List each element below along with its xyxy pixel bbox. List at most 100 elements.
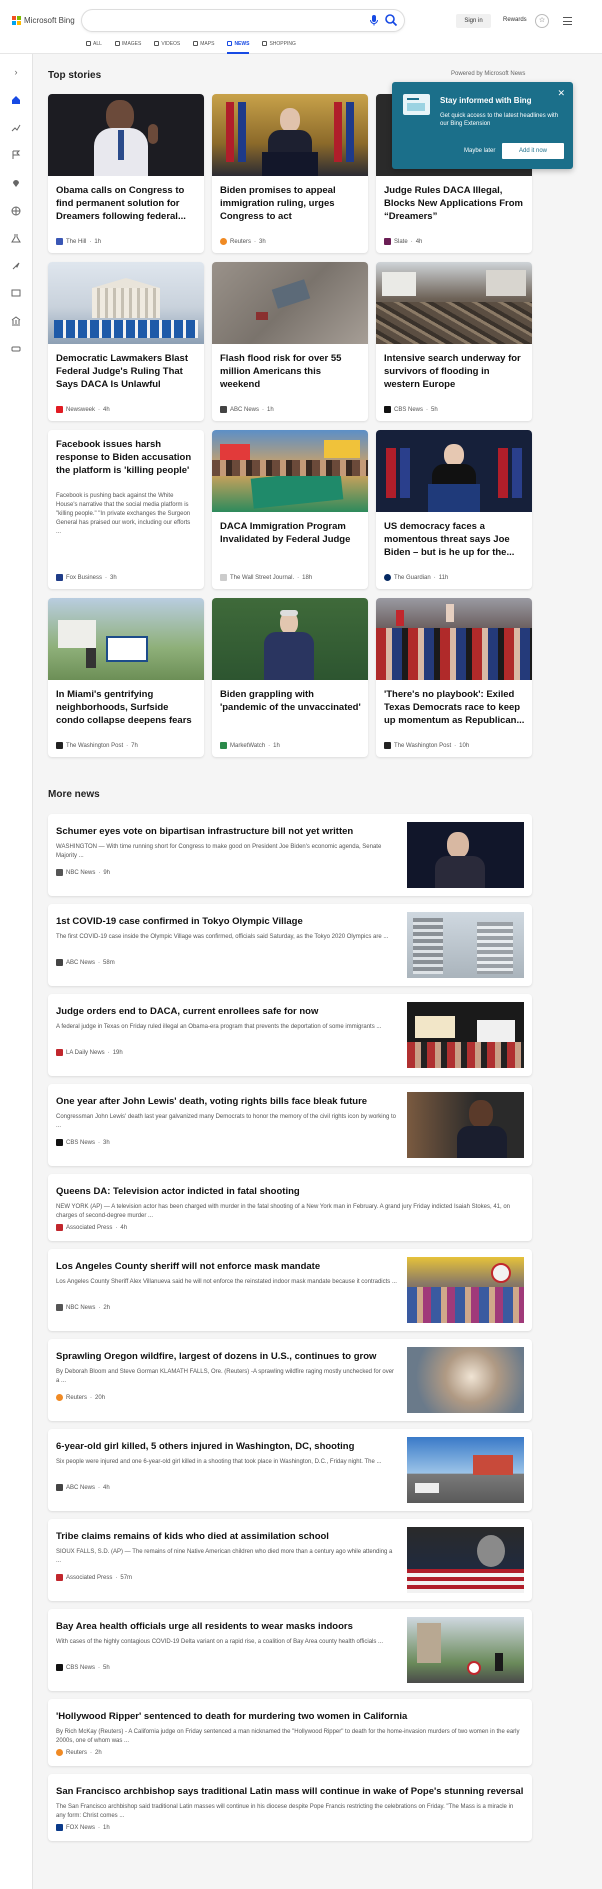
search-input[interactable] xyxy=(82,10,404,31)
news-source: Reuters · 2h xyxy=(56,1749,102,1756)
source-name: Reuters xyxy=(230,238,252,245)
story-card[interactable]: Facebook issues harsh response to Biden … xyxy=(48,430,204,589)
tab-news[interactable]: NEWS xyxy=(227,41,250,54)
news-row[interactable]: San Francisco archbishop says traditiona… xyxy=(48,1774,532,1841)
story-title[interactable]: Democratic Lawmakers Blast Federal Judge… xyxy=(56,352,198,391)
rocket-icon[interactable] xyxy=(11,261,21,271)
story-card[interactable]: Biden grappling with 'pandemic of the un… xyxy=(212,598,368,757)
source-name: Associated Press xyxy=(66,1224,113,1231)
news-snippet: By Deborah Bloom and Steve Gorman KLAMAT… xyxy=(56,1369,395,1384)
source-name: NBC News xyxy=(66,869,96,876)
separator: · xyxy=(98,959,101,966)
science-icon[interactable] xyxy=(11,233,21,243)
car-icon[interactable] xyxy=(11,344,21,354)
separator: · xyxy=(98,869,101,876)
news-row[interactable]: Judge orders end to DACA, current enroll… xyxy=(48,994,532,1076)
news-row[interactable]: Sprawling Oregon wildfire, largest of do… xyxy=(48,1339,532,1421)
source-logo-icon xyxy=(56,1824,63,1831)
add-it-now-button[interactable]: Add it now xyxy=(502,143,564,159)
news-title[interactable]: 'Hollywood Ripper' sentenced to death fo… xyxy=(56,1711,407,1722)
story-card[interactable]: US democracy faces a momentous threat sa… xyxy=(376,430,532,589)
source-logo-icon xyxy=(56,1304,63,1311)
search-icon[interactable] xyxy=(384,13,398,27)
story-title[interactable]: Flash flood risk for over 55 million Ame… xyxy=(220,352,362,391)
source-logo-icon xyxy=(56,1224,63,1231)
tab-maps[interactable]: MAPS xyxy=(193,41,214,54)
news-row[interactable]: Queens DA: Television actor indicted in … xyxy=(48,1174,532,1241)
location-icon[interactable] xyxy=(11,178,21,188)
news-title[interactable]: 1st COVID-19 case confirmed in Tokyo Oly… xyxy=(56,916,303,927)
sign-in-button[interactable]: Sign in xyxy=(456,14,491,28)
story-card[interactable]: Democratic Lawmakers Blast Federal Judge… xyxy=(48,262,204,421)
flag-icon[interactable] xyxy=(11,150,21,160)
bing-logo[interactable]: Microsoft Bing xyxy=(12,16,75,25)
image-icon xyxy=(114,41,120,46)
news-title[interactable]: Tribe claims remains of kids who died at… xyxy=(56,1531,329,1542)
news-row[interactable]: 'Hollywood Ripper' sentenced to death fo… xyxy=(48,1699,532,1766)
news-row[interactable]: Bay Area health officials urge all resid… xyxy=(48,1609,532,1691)
story-source: The Washington Post · 7h xyxy=(56,742,138,749)
news-snippet: With cases of the highly contagious COVI… xyxy=(56,1639,384,1645)
story-title[interactable]: DACA Immigration Program Invalidated by … xyxy=(220,520,362,546)
story-title[interactable]: Biden promises to appeal immigration rul… xyxy=(220,184,362,223)
tab-images[interactable]: IMAGES xyxy=(114,41,141,54)
news-row[interactable]: Tribe claims remains of kids who died at… xyxy=(48,1519,532,1601)
close-icon[interactable]: ✕ xyxy=(557,88,565,99)
story-card[interactable]: In Miami's gentrifying neighborhoods, Su… xyxy=(48,598,204,757)
story-card[interactable]: 'There's no playbook': Exiled Texas Demo… xyxy=(376,598,532,757)
news-row[interactable]: 1st COVID-19 case confirmed in Tokyo Oly… xyxy=(48,904,532,986)
news-row[interactable]: Schumer eyes vote on bipartisan infrastr… xyxy=(48,814,532,896)
tab-all[interactable]: ALL xyxy=(86,41,102,54)
story-card[interactable]: Biden promises to appeal immigration rul… xyxy=(212,94,368,253)
video-icon xyxy=(154,41,160,46)
story-title[interactable]: In Miami's gentrifying neighborhoods, Su… xyxy=(56,688,198,727)
story-image xyxy=(48,598,204,680)
news-title[interactable]: San Francisco archbishop says traditiona… xyxy=(56,1786,523,1797)
story-card[interactable]: Intensive search underway for survivors … xyxy=(376,262,532,421)
source-logo-icon xyxy=(56,1574,63,1581)
news-title[interactable]: 6-year-old girl killed, 5 others injured… xyxy=(56,1441,354,1452)
source-time: 10h xyxy=(459,742,470,749)
news-source: ABC News · 58m xyxy=(56,959,115,966)
news-title[interactable]: Los Angeles County sheriff will not enfo… xyxy=(56,1261,320,1272)
news-title[interactable]: Schumer eyes vote on bipartisan infrastr… xyxy=(56,826,353,837)
film-icon[interactable] xyxy=(11,288,21,298)
separator: · xyxy=(90,1394,93,1401)
news-title[interactable]: One year after John Lewis' death, voting… xyxy=(56,1096,367,1107)
story-title[interactable]: 'There's no playbook': Exiled Texas Demo… xyxy=(384,688,526,727)
menu-icon[interactable] xyxy=(563,17,572,25)
news-title[interactable]: Sprawling Oregon wildfire, largest of do… xyxy=(56,1351,376,1362)
story-title[interactable]: Judge Rules DACA Illegal, Blocks New App… xyxy=(384,184,526,223)
tab-shopping[interactable]: SHOPPING xyxy=(262,41,296,54)
news-title[interactable]: Queens DA: Television actor indicted in … xyxy=(56,1186,300,1197)
story-title[interactable]: Facebook issues harsh response to Biden … xyxy=(56,438,198,477)
story-title[interactable]: Intensive search underway for survivors … xyxy=(384,352,526,391)
separator: · xyxy=(98,1484,101,1491)
money-icon[interactable] xyxy=(11,316,21,326)
medal-icon[interactable]: ☆ xyxy=(535,14,549,28)
top-stories-heading: Top stories xyxy=(48,70,102,81)
news-snippet: The San Francisco archbishop said tradit… xyxy=(56,1804,514,1819)
news-row[interactable]: Los Angeles County sheriff will not enfo… xyxy=(48,1249,532,1331)
rewards-link[interactable]: Rewards xyxy=(503,17,527,23)
story-card[interactable]: DACA Immigration Program Invalidated by … xyxy=(212,430,368,589)
news-source: Associated Press · 4h xyxy=(56,1224,127,1231)
story-title[interactable]: US democracy faces a momentous threat sa… xyxy=(384,520,526,559)
expand-chevron-icon[interactable]: › xyxy=(11,67,21,77)
news-row[interactable]: One year after John Lewis' death, voting… xyxy=(48,1084,532,1166)
story-image xyxy=(212,94,368,176)
news-title[interactable]: Bay Area health officials urge all resid… xyxy=(56,1621,353,1632)
story-card[interactable]: Obama calls on Congress to find permanen… xyxy=(48,94,204,253)
story-title[interactable]: Biden grappling with 'pandemic of the un… xyxy=(220,688,362,714)
globe-icon[interactable] xyxy=(11,206,21,216)
news-title[interactable]: Judge orders end to DACA, current enroll… xyxy=(56,1006,318,1017)
home-icon[interactable] xyxy=(11,95,21,105)
news-row[interactable]: 6-year-old girl killed, 5 others injured… xyxy=(48,1429,532,1511)
mic-icon[interactable] xyxy=(368,14,380,26)
maybe-later-button[interactable]: Maybe later xyxy=(464,148,495,154)
story-card[interactable]: Flash flood risk for over 55 million Ame… xyxy=(212,262,368,421)
trending-icon[interactable] xyxy=(11,123,21,133)
source-name: ABC News xyxy=(66,1484,96,1491)
tab-videos[interactable]: VIDEOS xyxy=(154,41,180,54)
story-title[interactable]: Obama calls on Congress to find permanen… xyxy=(56,184,198,223)
